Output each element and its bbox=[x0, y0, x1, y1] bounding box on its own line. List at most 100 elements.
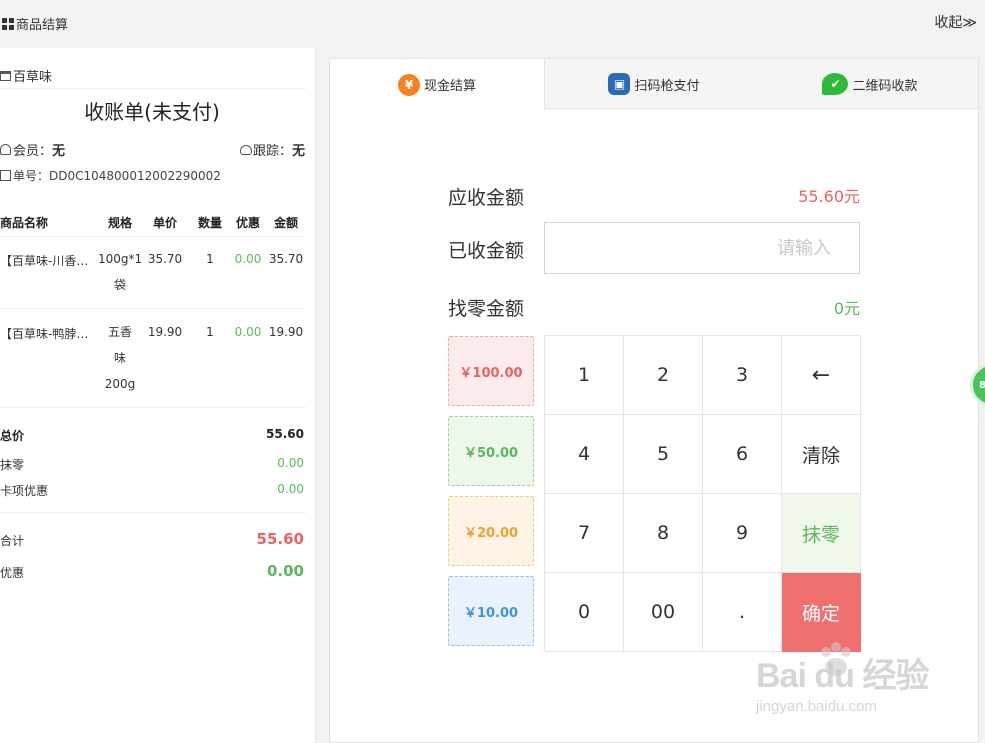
item-amount: 19.90 bbox=[268, 325, 304, 339]
amount-paid-label: 已收金额 bbox=[448, 240, 525, 262]
key-9[interactable]: 9 bbox=[703, 494, 782, 573]
key-7[interactable]: 7 bbox=[545, 494, 624, 573]
user-icon bbox=[0, 144, 11, 155]
order-label: 单号： bbox=[13, 169, 50, 183]
discount-value: 0.00 bbox=[266, 562, 304, 580]
item-name: 【百草味-川香… bbox=[0, 254, 89, 268]
divider bbox=[0, 407, 306, 408]
watermark-url: jingyan.baidu.com bbox=[756, 698, 877, 715]
receipt-title: 收账单(未支付) bbox=[84, 100, 220, 124]
order-no-value: DD0C104800012002290002 bbox=[49, 168, 221, 183]
tab-cash[interactable]: ¥ 现金结算 bbox=[330, 59, 545, 110]
total-label: 总价 bbox=[0, 429, 25, 443]
key-5[interactable]: 5 bbox=[624, 415, 703, 494]
item-spec-line: 五香 bbox=[107, 325, 132, 339]
key-3[interactable]: 3 bbox=[703, 336, 782, 415]
grid-icon bbox=[2, 17, 14, 30]
key-1[interactable]: 1 bbox=[545, 336, 624, 415]
wipe-value: 0.00 bbox=[277, 456, 304, 470]
item-qty: 1 bbox=[206, 325, 214, 339]
track-label: 跟踪： bbox=[252, 144, 292, 159]
collapse-button[interactable]: 收起≫ bbox=[934, 12, 977, 32]
member-label: 会员： bbox=[13, 144, 53, 159]
item-discount: 0.00 bbox=[234, 325, 262, 339]
quick-amount-50-button[interactable]: ￥50.00 bbox=[448, 416, 534, 486]
divider bbox=[0, 88, 306, 89]
track-icon bbox=[239, 144, 252, 155]
yen-icon: ¥ bbox=[397, 73, 420, 96]
store-icon bbox=[0, 70, 11, 81]
tab-scanner[interactable]: ▣ 扫码枪支付 bbox=[546, 59, 762, 109]
table-row: 【百草味-川香… 100g*1 袋 35.70 1 0.00 35.70 bbox=[0, 252, 306, 308]
item-price: 35.70 bbox=[147, 252, 183, 266]
total-value: 55.60 bbox=[266, 427, 304, 441]
amount-due-value: 55.60元 bbox=[798, 187, 860, 206]
quick-amount-100-button[interactable]: ￥100.00 bbox=[448, 336, 534, 406]
track-info: 跟踪：无 bbox=[239, 140, 305, 159]
items-table-header: 商品名称 规格 单价 数量 优惠 金额 bbox=[0, 214, 306, 238]
wipe-label: 抹零 bbox=[0, 458, 25, 472]
amount-paid-input[interactable] bbox=[544, 222, 860, 274]
numeric-keypad: 1 2 3 ← 4 5 6 清除 7 8 9 抹零 0 00 . 确定 bbox=[544, 335, 861, 652]
top-bar: 商品结算 收起≫ bbox=[0, 0, 985, 46]
col-discount: 优惠 bbox=[235, 216, 260, 230]
card-discount-label: 卡项优惠 bbox=[0, 484, 49, 498]
wechat-icon: ✔ bbox=[822, 73, 849, 95]
track-value: 无 bbox=[291, 144, 305, 159]
backspace-icon[interactable]: ← bbox=[782, 336, 861, 415]
discount-label: 优惠 bbox=[0, 566, 25, 580]
order-icon bbox=[0, 170, 11, 181]
key-2[interactable]: 2 bbox=[624, 336, 703, 415]
change-label: 找零金额 bbox=[448, 298, 525, 320]
card-discount-value: 0.00 bbox=[277, 482, 304, 496]
table-row: 【百草味-鸭脖… 五香 味 200g 19.90 1 0.00 19.90 bbox=[0, 325, 306, 405]
page-title: 商品结算 bbox=[2, 14, 68, 33]
col-qty: 数量 bbox=[197, 216, 222, 230]
scanner-icon: ▣ bbox=[608, 73, 631, 95]
sum-value: 55.60 bbox=[256, 530, 304, 548]
member-info: 会员：无 bbox=[0, 140, 65, 159]
watermark-brand: Bai du 经验 bbox=[756, 657, 929, 695]
key-8[interactable]: 8 bbox=[624, 494, 703, 573]
key-4[interactable]: 4 bbox=[545, 415, 624, 494]
item-price: 19.90 bbox=[147, 325, 183, 339]
payment-tabs: ¥ 现金结算 ▣ 扫码枪支付 ✔ 二维码收款 bbox=[330, 59, 978, 110]
col-spec: 规格 bbox=[107, 216, 132, 230]
tab-cash-label: 现金结算 bbox=[423, 79, 476, 94]
member-value: 无 bbox=[52, 144, 66, 159]
key-00[interactable]: 00 bbox=[624, 573, 703, 652]
shop-name: 百草味 bbox=[0, 66, 52, 85]
item-discount: 0.00 bbox=[234, 252, 262, 266]
item-spec-line: 味 bbox=[113, 351, 126, 365]
amount-due-label: 应收金额 bbox=[448, 187, 525, 209]
divider bbox=[0, 512, 306, 513]
baidu-watermark: Bai du 经验 jingyan.baidu.com bbox=[756, 640, 936, 720]
divider bbox=[0, 236, 306, 237]
item-name: 【百草味-鸭脖… bbox=[0, 327, 89, 341]
key-0[interactable]: 0 bbox=[545, 573, 624, 652]
col-amount: 金额 bbox=[273, 216, 298, 230]
item-spec: 五香 味 200g bbox=[98, 319, 142, 397]
quick-amount-20-button[interactable]: ￥20.00 bbox=[448, 496, 534, 566]
clear-button[interactable]: 清除 bbox=[782, 415, 861, 494]
item-spec: 100g*1 袋 bbox=[98, 246, 142, 298]
item-spec-line: 袋 bbox=[113, 278, 126, 292]
item-amount: 35.70 bbox=[268, 252, 304, 266]
item-spec-line: 100g*1 bbox=[98, 252, 143, 266]
tab-qrcode[interactable]: ✔ 二维码收款 bbox=[762, 59, 978, 109]
item-spec-line: 200g bbox=[104, 377, 136, 391]
divider bbox=[0, 308, 306, 309]
quick-amount-10-button[interactable]: ￥10.00 bbox=[448, 576, 534, 646]
col-price: 单价 bbox=[152, 216, 177, 230]
col-name: 商品名称 bbox=[0, 216, 49, 230]
shop-name-text: 百草味 bbox=[13, 70, 53, 85]
tab-scanner-label: 扫码枪支付 bbox=[634, 78, 700, 94]
tab-qrcode-label: 二维码收款 bbox=[852, 78, 918, 94]
wipe-button[interactable]: 抹零 bbox=[782, 494, 861, 573]
change-value: 0元 bbox=[833, 299, 860, 318]
page-title-text: 商品结算 bbox=[16, 18, 69, 33]
item-qty: 1 bbox=[206, 252, 214, 266]
key-6[interactable]: 6 bbox=[703, 415, 782, 494]
order-number: 单号： DD0C104800012002290002 bbox=[0, 167, 221, 184]
sum-label: 合计 bbox=[0, 534, 25, 548]
